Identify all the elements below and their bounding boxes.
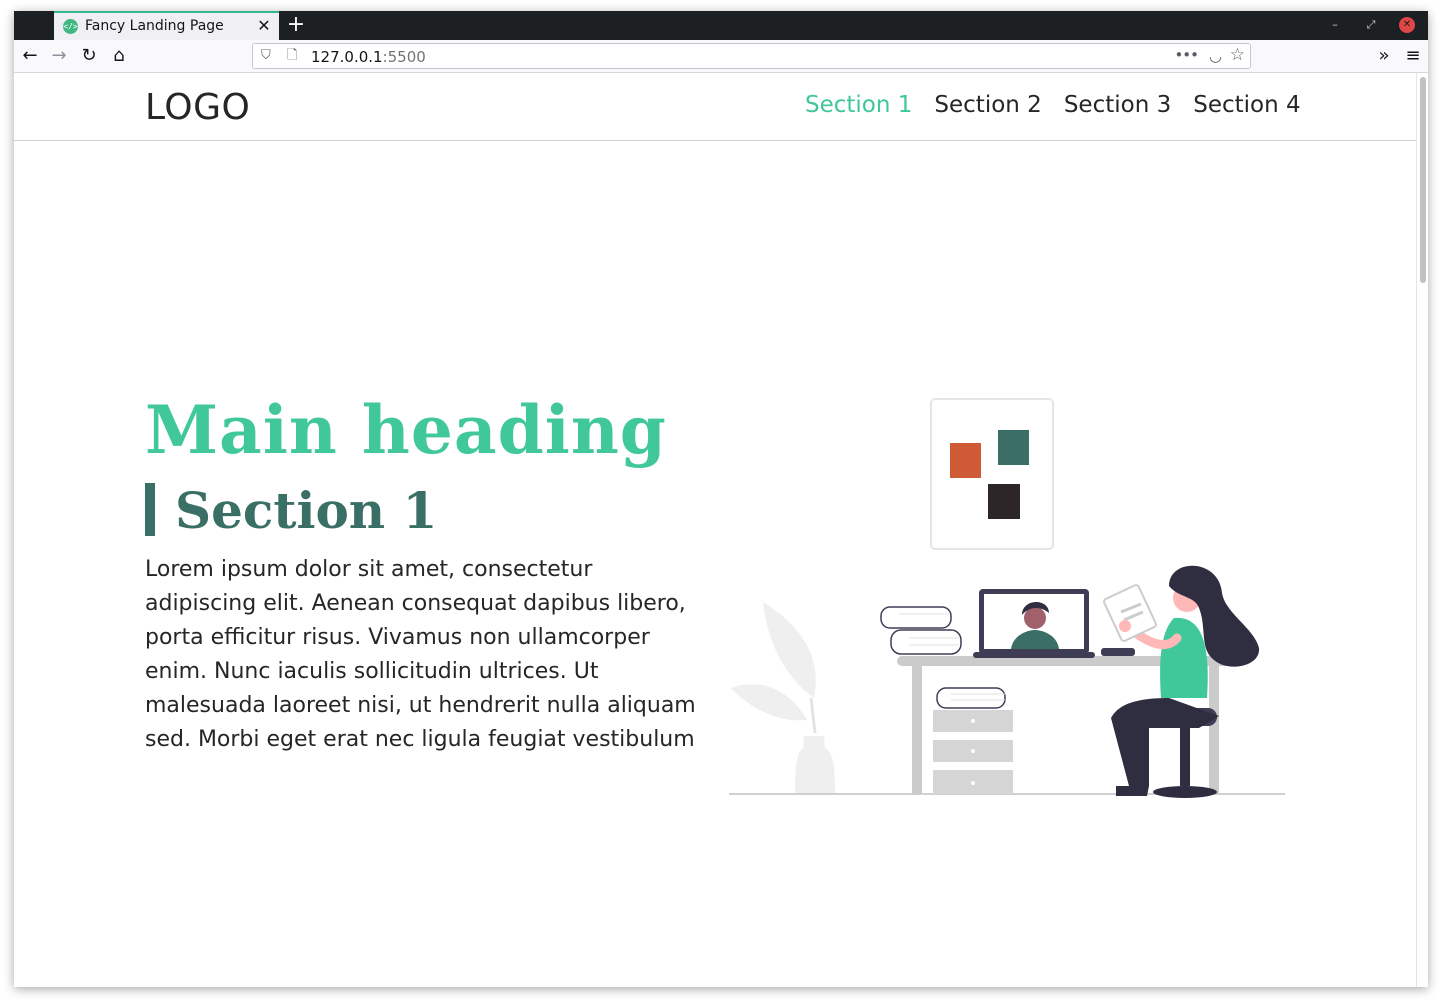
- tile-orange: [950, 443, 981, 478]
- reload-icon[interactable]: ↻: [77, 44, 101, 68]
- section-heading: Section 1: [175, 481, 438, 540]
- close-tab-icon[interactable]: ✕: [255, 16, 273, 36]
- shield-icon[interactable]: ⛉: [261, 48, 275, 64]
- code-icon: </>: [63, 19, 78, 34]
- more-actions-icon[interactable]: •••: [1174, 46, 1199, 64]
- site-logo[interactable]: LOGO: [145, 87, 250, 128]
- url-text[interactable]: 127.0.0.1:5500: [311, 48, 426, 66]
- tile-teal: [998, 430, 1029, 465]
- tab-strip: </> Fancy Landing Page ✕ + – ⤢ ✕: [14, 11, 1428, 40]
- overflow-chevron-icon[interactable]: »: [1372, 44, 1396, 68]
- nav-link-section-1[interactable]: Section 1: [805, 92, 912, 118]
- close-window-icon[interactable]: ✕: [1399, 17, 1415, 33]
- url-bar[interactable]: ⛉ 🗋 127.0.0.1:5500 ••• ◡ ☆: [252, 43, 1251, 69]
- hamburger-menu-icon[interactable]: ≡: [1401, 44, 1425, 68]
- url-port: :5500: [382, 48, 426, 66]
- home-icon[interactable]: ⌂: [107, 44, 131, 68]
- new-tab-icon[interactable]: +: [284, 12, 308, 38]
- vertical-scrollbar[interactable]: [1416, 73, 1428, 987]
- browser-tab[interactable]: </> Fancy Landing Page ✕: [54, 11, 279, 40]
- page-viewport: LOGO Section 1 Section 2 Section 3 Secti…: [14, 73, 1428, 987]
- nav-link-section-3[interactable]: Section 3: [1064, 92, 1171, 118]
- scrollbar-thumb[interactable]: [1420, 77, 1426, 283]
- browser-window: </> Fancy Landing Page ✕ + – ⤢ ✕ ← → ↻ ⌂…: [14, 11, 1428, 987]
- woman-figure: [1103, 565, 1260, 798]
- url-host: 127.0.0.1: [311, 48, 383, 66]
- section-paragraph: Lorem ipsum dolor sit amet, consectetur …: [145, 557, 696, 752]
- main-heading: Main heading: [145, 391, 667, 469]
- bookmark-star-icon[interactable]: ☆: [1230, 45, 1245, 65]
- books: [880, 606, 962, 655]
- site-header: LOGO Section 1 Section 2 Section 3 Secti…: [14, 73, 1416, 141]
- site-nav: Section 1 Section 2 Section 3 Section 4: [805, 92, 1301, 118]
- pocket-icon[interactable]: ◡: [1209, 47, 1222, 65]
- tab-title: Fancy Landing Page: [85, 18, 224, 34]
- minimize-icon[interactable]: –: [1327, 17, 1343, 33]
- hero-illustration: [729, 398, 1285, 798]
- navigation-toolbar: ← → ↻ ⌂ ⛉ 🗋 127.0.0.1:5500 ••• ◡ ☆ » ≡: [14, 40, 1428, 73]
- forward-arrow-icon[interactable]: →: [47, 44, 71, 68]
- page-icon[interactable]: 🗋: [287, 48, 301, 64]
- laptop: [973, 589, 1095, 658]
- plant: [731, 602, 835, 794]
- wall-frame: [930, 398, 1054, 550]
- back-arrow-icon[interactable]: ←: [18, 44, 42, 68]
- tile-dark: [988, 484, 1020, 519]
- nav-link-section-4[interactable]: Section 4: [1193, 92, 1300, 118]
- maximize-icon[interactable]: ⤢: [1363, 17, 1379, 33]
- section-heading-accent-bar: [145, 483, 155, 536]
- desk-gadget: [1101, 648, 1135, 656]
- nav-link-section-2[interactable]: Section 2: [934, 92, 1041, 118]
